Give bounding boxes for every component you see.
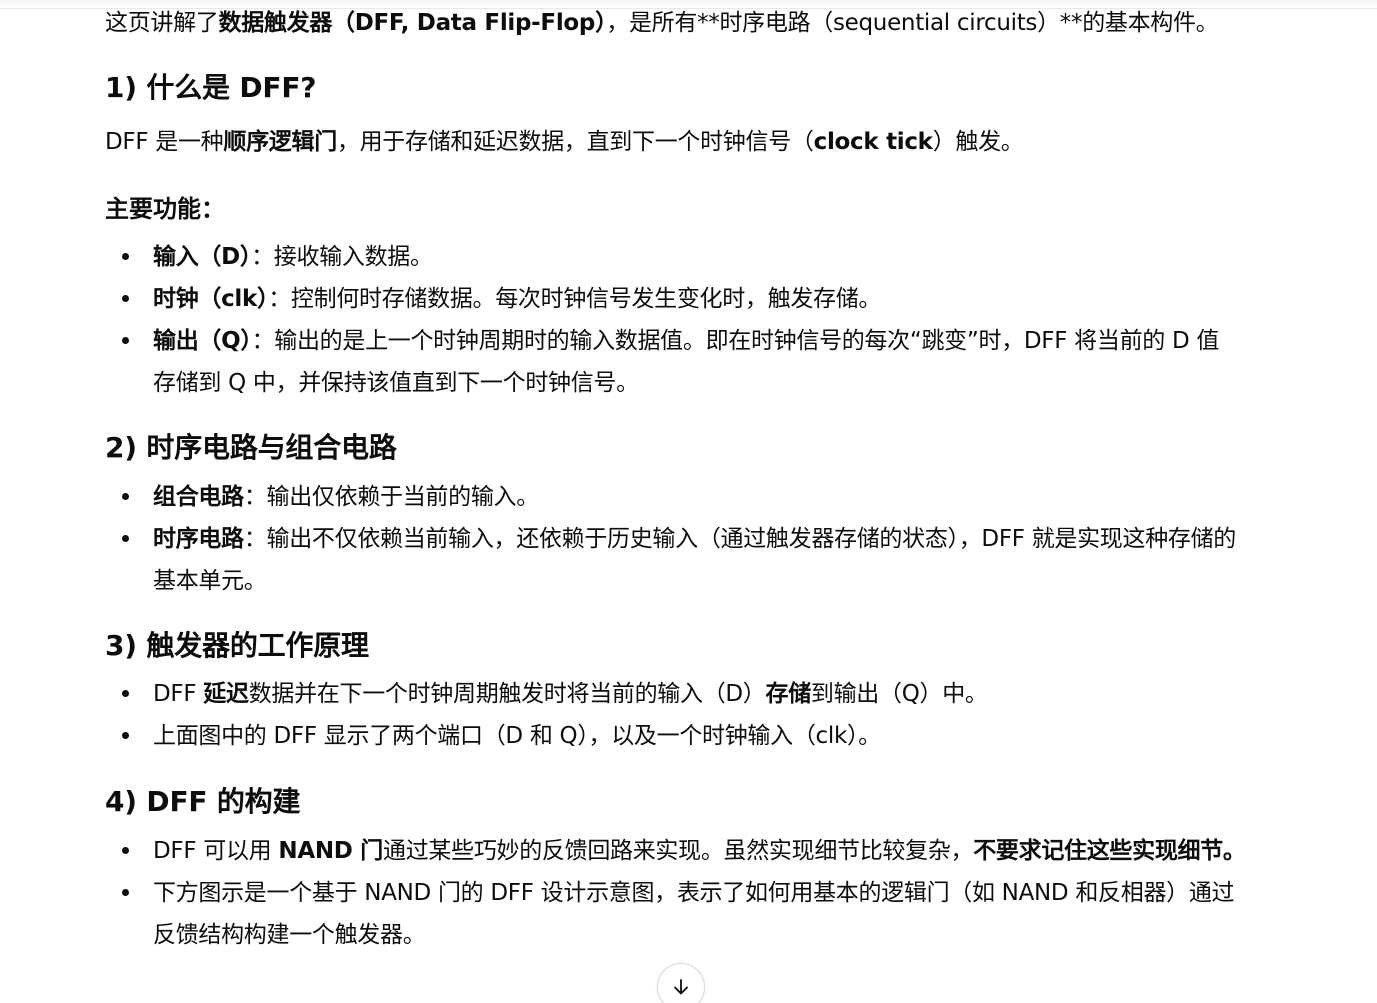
list-item: 输出（Q）：输出的是上一个时钟周期时的输入数据值。即在时钟信号的每次“跳变”时，… [105, 320, 1265, 404]
list-item: 上面图中的 DFF 显示了两个端口（D 和 Q），以及一个时钟输入（clk）。 [105, 715, 1265, 757]
list-item: DFF 可以用 NAND 门通过某些巧妙的反馈回路来实现。虽然实现细节比较复杂，… [105, 830, 1265, 872]
list-item: 时序电路：输出不仅依赖当前输入，还依赖于历史输入（通过触发器存储的状态），DFF… [105, 518, 1265, 602]
section-1-list: 输入（D）：接收输入数据。 时钟（clk）：控制何时存储数据。每次时钟信号发生变… [105, 236, 1265, 404]
list-item: 输入（D）：接收输入数据。 [105, 236, 1265, 278]
list-item: DFF 延迟数据并在下一个时钟周期触发时将当前的输入（D）存储到输出（Q）中。 [105, 673, 1265, 715]
section-3-heading: 3) 触发器的工作原理 [105, 629, 369, 662]
section-1-paragraph: DFF 是一种顺序逻辑门，用于存储和延迟数据，直到下一个时钟信号（clock t… [105, 129, 1024, 155]
section-1-subheading: 主要功能： [105, 195, 225, 223]
intro-paragraph: 这页讲解了数据触发器（DFF, Data Flip-Flop），是所有**时序电… [105, 10, 1219, 36]
arrow-down-icon [671, 977, 691, 997]
section-1-heading: 1) 什么是 DFF? [105, 71, 317, 104]
section-4-heading: 4) DFF 的构建 [105, 785, 301, 818]
section-2-heading: 2) 时序电路与组合电路 [105, 431, 397, 464]
section-4-list: DFF 可以用 NAND 门通过某些巧妙的反馈回路来实现。虽然实现细节比较复杂，… [105, 830, 1265, 956]
section-2-list: 组合电路：输出仅依赖于当前的输入。 时序电路：输出不仅依赖当前输入，还依赖于历史… [105, 476, 1265, 602]
scroll-to-bottom-button[interactable] [657, 963, 705, 1003]
list-item: 时钟（clk）：控制何时存储数据。每次时钟信号发生变化时，触发存储。 [105, 278, 1265, 320]
list-item: 组合电路：输出仅依赖于当前的输入。 [105, 476, 1265, 518]
section-3-list: DFF 延迟数据并在下一个时钟周期触发时将当前的输入（D）存储到输出（Q）中。 … [105, 673, 1265, 757]
list-item: 下方图示是一个基于 NAND 门的 DFF 设计示意图，表示了如何用基本的逻辑门… [105, 872, 1265, 956]
